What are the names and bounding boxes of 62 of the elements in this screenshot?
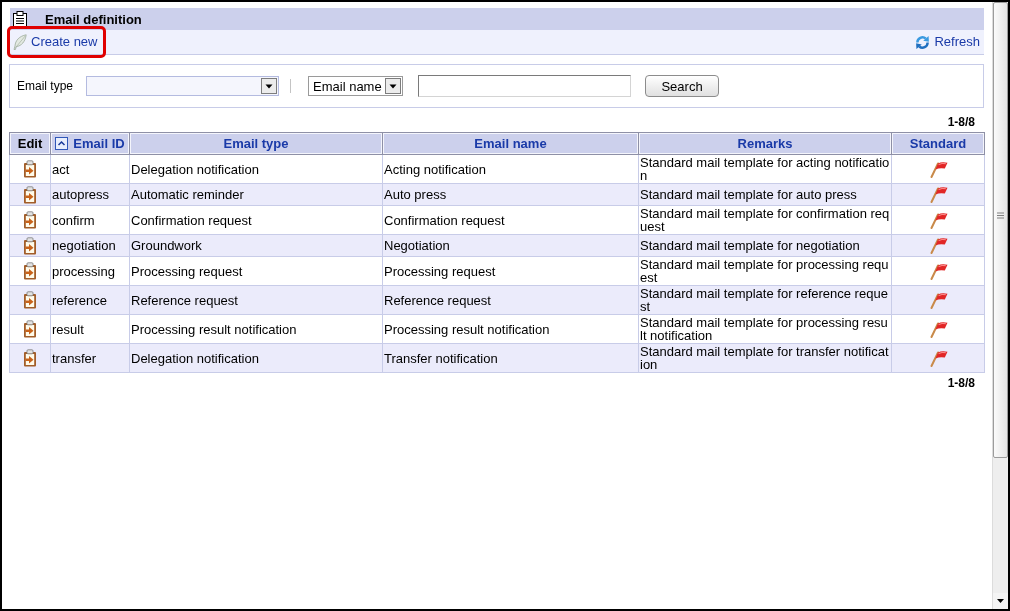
column-header[interactable]: Standard (891, 132, 985, 155)
table-cell: Standard mail template for acting notification (638, 154, 892, 184)
column-header[interactable]: Email type (129, 132, 383, 155)
table-cell: Standard mail template for processing result notification (638, 314, 892, 344)
column-header[interactable]: Email ID (50, 132, 130, 155)
table-cell: Automatic reminder (129, 183, 383, 206)
table-cell: Standard mail template for auto press (638, 183, 892, 206)
table-cell: Acting notification (382, 154, 639, 184)
edit-icon[interactable] (23, 185, 37, 204)
table-cell: reference (50, 285, 130, 315)
table-cell: Transfer notification (382, 343, 639, 373)
table-cell: Standard mail template for negotiation (638, 234, 892, 257)
table-cell: transfer (50, 343, 130, 373)
table-cell: Groundwork (129, 234, 383, 257)
clipboard-icon (12, 11, 28, 27)
table-cell: Processing result notification (382, 314, 639, 344)
table-cell: Negotiation (382, 234, 639, 257)
grip-icon (997, 211, 1004, 219)
scrollbar[interactable] (992, 2, 1008, 609)
search-button[interactable]: Search (645, 75, 720, 97)
table-cell: Standard mail template for transfer notification (638, 343, 892, 373)
scroll-down-button[interactable] (993, 593, 1008, 609)
table-cell: Delegation notification (129, 343, 383, 373)
email-type-label: Email type (17, 79, 74, 93)
edit-icon[interactable] (23, 291, 37, 309)
panel-title: Email definition (45, 11, 142, 27)
table-cell: Processing result notification (129, 314, 383, 344)
table-cell: Processing request (382, 256, 639, 286)
table-cell: Reference request (129, 285, 383, 315)
edit-icon[interactable] (23, 236, 37, 255)
table-cell: Standard mail template for processing request (638, 256, 892, 286)
table-cell: Reference request (382, 285, 639, 315)
edit-icon[interactable] (23, 211, 37, 229)
refresh-link[interactable]: Refresh (915, 34, 980, 50)
table-cell: result (50, 314, 130, 344)
edit-icon[interactable] (23, 262, 37, 280)
sort-ascending-icon[interactable] (55, 137, 69, 150)
create-new-link[interactable]: Create new (13, 34, 98, 50)
table-cell: Auto press (382, 183, 639, 206)
refresh-icon (915, 34, 931, 50)
edit-icon[interactable] (23, 160, 37, 178)
edit-icon[interactable] (23, 320, 37, 338)
table-cell: Confirmation request (382, 205, 639, 235)
pagination-count: 1-8/8 (947, 376, 975, 390)
table-cell: act (50, 154, 130, 184)
column-header[interactable]: Remarks (638, 132, 892, 155)
table-cell: confirm (50, 205, 130, 235)
feather-icon (13, 34, 27, 50)
search-input[interactable] (418, 75, 632, 97)
table-cell: Processing request (129, 256, 383, 286)
table-cell: Confirmation request (129, 205, 383, 235)
email-name-select[interactable]: Email name (308, 76, 404, 96)
table-cell: Standard mail template for confirmation request (638, 205, 892, 235)
table-cell: Standard mail template for reference request (638, 285, 892, 315)
table-cell: Delegation notification (129, 154, 383, 184)
table-cell: processing (50, 256, 130, 286)
column-header: Edit (9, 132, 51, 155)
down-arrow-icon (997, 599, 1004, 603)
edit-icon[interactable] (23, 349, 37, 367)
column-header[interactable]: Email name (382, 132, 639, 155)
pagination-count: 1-8/8 (947, 115, 975, 129)
scrollbar-thumb[interactable] (993, 2, 1008, 458)
